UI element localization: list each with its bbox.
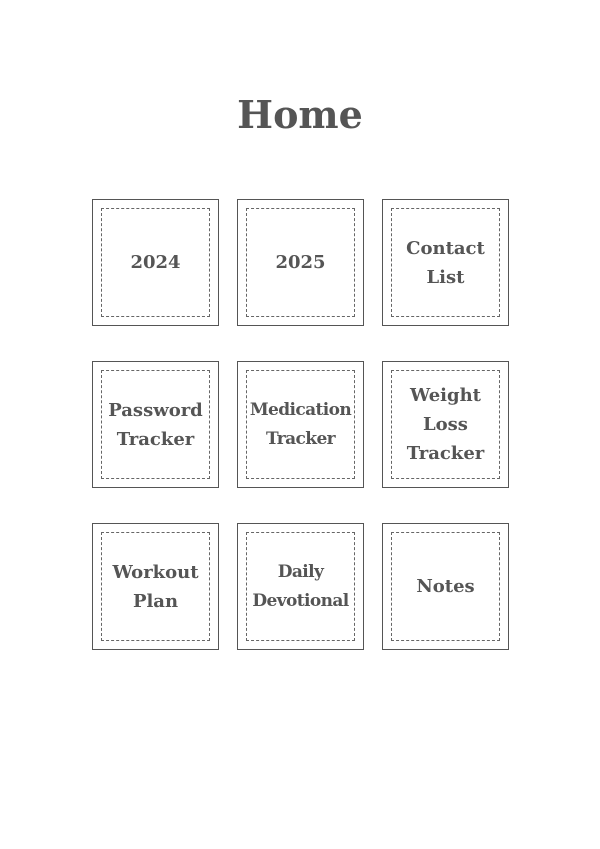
- tile-label: Notes: [416, 576, 475, 597]
- tile-dashed-border: Daily Devotional: [246, 532, 355, 641]
- tile-label: Medication Tracker: [249, 399, 352, 449]
- tile-label: Weight Loss Tracker: [406, 385, 485, 464]
- tile-dashed-border: Password Tracker: [101, 370, 210, 479]
- tile-contact-list[interactable]: Contact List: [382, 199, 509, 326]
- tile-dashed-border: 2024: [101, 208, 210, 317]
- tile-notes[interactable]: Notes: [382, 523, 509, 650]
- tile-daily-devotional[interactable]: Daily Devotional: [237, 523, 364, 650]
- navigation-grid: 2024 2025 Contact List Password Tracker …: [92, 199, 509, 650]
- tile-dashed-border: Notes: [391, 532, 500, 641]
- tile-dashed-border: Medication Tracker: [246, 370, 355, 479]
- tile-2025[interactable]: 2025: [237, 199, 364, 326]
- tile-label: 2024: [130, 252, 181, 273]
- tile-password-tracker[interactable]: Password Tracker: [92, 361, 219, 488]
- tile-label: Password Tracker: [108, 399, 203, 450]
- tile-dashed-border: Weight Loss Tracker: [391, 370, 500, 479]
- tile-label: Daily Devotional: [252, 561, 349, 611]
- tile-dashed-border: Workout Plan: [101, 532, 210, 641]
- tile-dashed-border: Contact List: [391, 208, 500, 317]
- tile-weight-loss-tracker[interactable]: Weight Loss Tracker: [382, 361, 509, 488]
- tile-medication-tracker[interactable]: Medication Tracker: [237, 361, 364, 488]
- tile-dashed-border: 2025: [246, 208, 355, 317]
- page-title: Home: [237, 92, 363, 137]
- tile-label: 2025: [275, 252, 326, 273]
- tile-2024[interactable]: 2024: [92, 199, 219, 326]
- tile-workout-plan[interactable]: Workout Plan: [92, 523, 219, 650]
- tile-label: Contact List: [406, 237, 485, 288]
- tile-label: Workout Plan: [112, 561, 199, 612]
